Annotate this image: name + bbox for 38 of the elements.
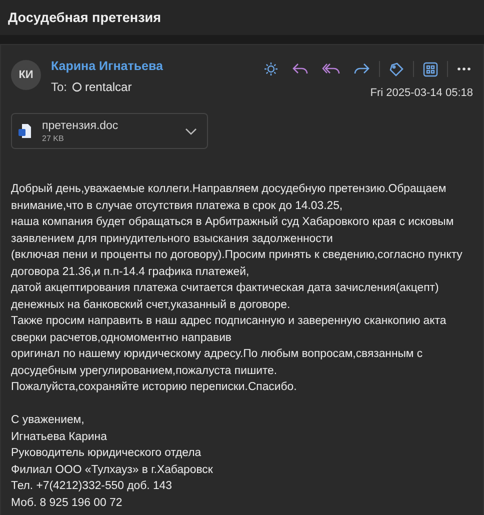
body-text-line: Пожалуйста,сохраняйте историю переписки.Спасибо. bbox=[11, 380, 297, 395]
signature-line: Игнатьева Карина bbox=[11, 430, 107, 444]
recipient[interactable]: rentalcar bbox=[85, 80, 132, 94]
sun-icon[interactable] bbox=[264, 62, 278, 76]
forward-icon[interactable] bbox=[354, 63, 370, 75]
attachment-name: претензия.doc bbox=[42, 120, 118, 132]
body-text-line: досудебным урегулированием,пожалуста пишите. bbox=[11, 364, 278, 378]
body-text-line: Также просим направить в наш адрес подписанную и заверенную сканкопию акта bbox=[11, 314, 446, 329]
window-title: Досудебная претензия bbox=[8, 10, 161, 25]
attachment-size: 27 KB bbox=[42, 134, 65, 142]
signature-line: Моб. 8 925 196 00 72 bbox=[11, 496, 122, 510]
body-text-line: заявлением для принудительного взыскания задолженности bbox=[11, 232, 333, 246]
attachment[interactable]: претензия.doc 27 KB bbox=[11, 113, 208, 149]
body-text-line: Добрый день,уважаемые коллеги.Направляем досудебную претензию.Обращаем bbox=[11, 182, 446, 197]
to-label: To: bbox=[51, 80, 68, 94]
more-icon[interactable] bbox=[457, 67, 471, 71]
apps-icon[interactable] bbox=[423, 62, 438, 76]
chevron-down-icon[interactable] bbox=[185, 128, 197, 134]
reply-icon[interactable] bbox=[292, 63, 308, 75]
date: Fri 2025-03-14 05:18 bbox=[370, 87, 473, 99]
avatar: КИ bbox=[11, 60, 41, 90]
body-text-line: внимание,что в случае отсутствия платежа в срок до 14.03.25, bbox=[11, 198, 343, 214]
body-text-line: сверки расчетов,одномоментно направив bbox=[11, 330, 232, 346]
body-text-line: датой акцептирования платежа считается фактическая дата зачисления(акцепт) bbox=[11, 281, 439, 296]
tag-icon[interactable] bbox=[389, 62, 404, 76]
body-text-line: оригинал по нашему юридическому адресу.По любым вопросам,связанным с bbox=[11, 347, 423, 362]
signature-line: Руководитель юридического отдела bbox=[11, 446, 202, 461]
sender-name[interactable]: Карина Игнатьева bbox=[51, 59, 163, 73]
signature-line: С уважением, bbox=[11, 413, 84, 428]
body-text-line: (включая пени и проценты по договору).Просим принять к сведению,согласно пункту bbox=[11, 248, 462, 263]
signature-line: Тел. +7(4212)332-550 доб. 143 bbox=[11, 479, 172, 494]
body-text-line: наша компания будет обращаться в Арбитражный суд Хабаровкого края с исковым bbox=[11, 215, 454, 230]
body-text-line: денежных на банковский счет,указанный в договоре. bbox=[11, 298, 290, 312]
document-icon bbox=[18, 123, 32, 139]
reply-all-icon[interactable] bbox=[322, 63, 340, 75]
body-text-line: договора 21.36,и п.п-14.4 графика платежей, bbox=[11, 264, 250, 280]
signature-line: Филиал ООО «Тулхауз» в г.Хабаровск bbox=[11, 462, 213, 478]
presence-icon bbox=[72, 82, 82, 92]
